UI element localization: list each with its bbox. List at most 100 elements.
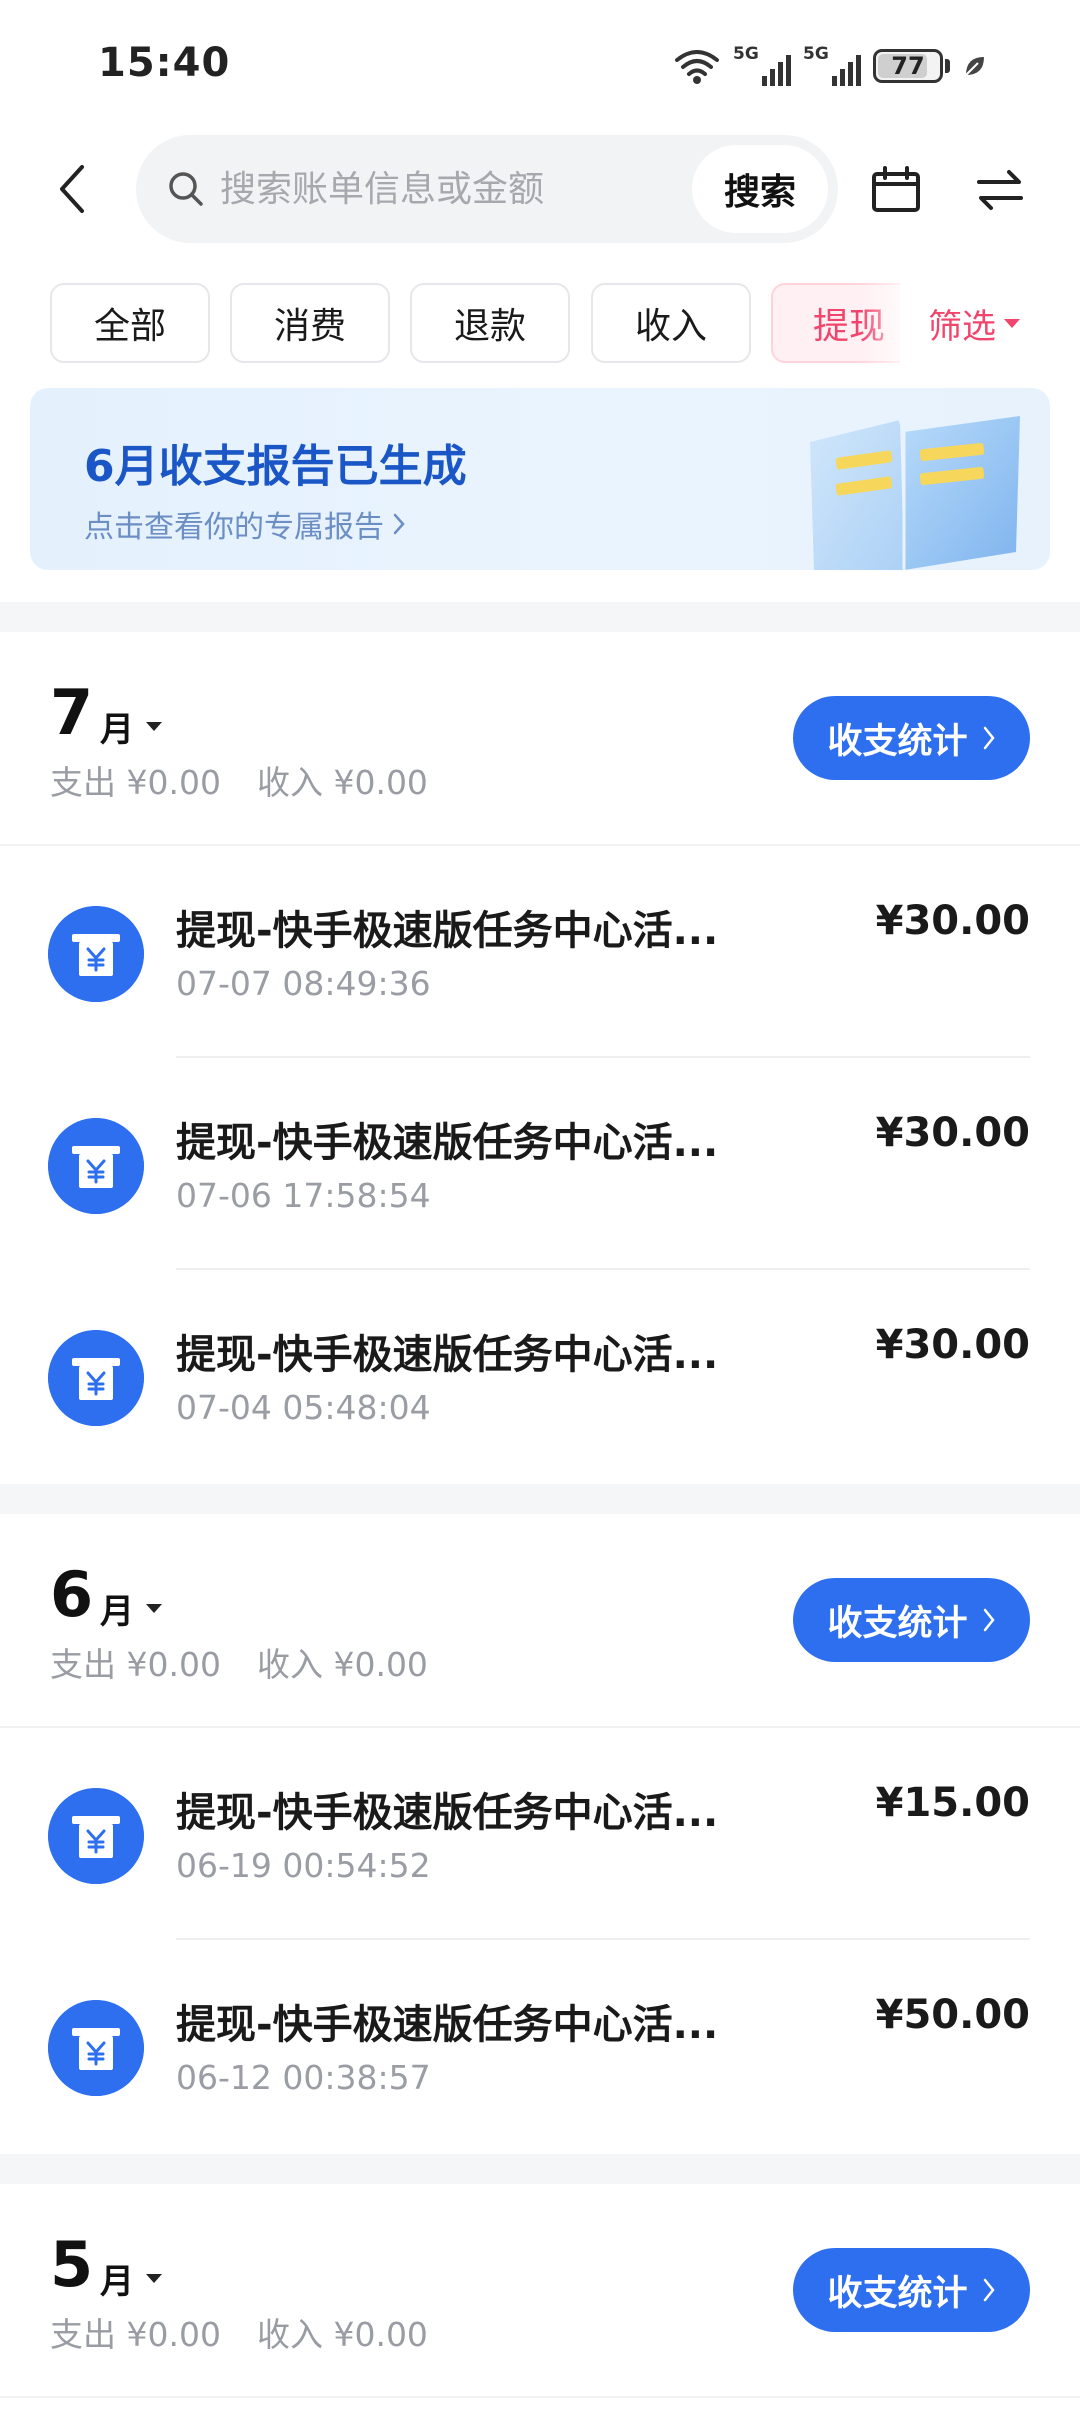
network-type-label: 5G (803, 44, 829, 64)
filter-chip-income[interactable]: 收入 (591, 283, 751, 363)
swap-arrows-icon (977, 170, 1023, 210)
caret-down-icon (146, 1604, 162, 1613)
status-bar: 15:40 5G 5G 77 (0, 0, 1080, 130)
calendar-icon (872, 166, 920, 212)
month-section-july: 7 月 支出 ¥0.00 收入 ¥0.00 收支统计 提现-快手极速版任务中心活.… (0, 632, 1080, 1482)
transaction-row[interactable]: 提现-快手极速版任务中心活... 07-04 05:48:04 ¥30.00 (0, 1270, 1080, 1482)
battery-indicator: 77 (873, 49, 943, 83)
battery-level: 77 (891, 52, 925, 80)
month-header: 7 月 支出 ¥0.00 收入 ¥0.00 收支统计 (0, 632, 1080, 846)
wifi-icon (675, 50, 719, 84)
month-summary: 支出 ¥0.00 收入 ¥0.00 (50, 2308, 428, 2356)
transaction-title: 提现-快手极速版任务中心活... (176, 2002, 719, 2048)
cellular-signal-2: 5G (803, 44, 861, 86)
transaction-row[interactable]: 提现-快手极速版任务中心活... 07-07 08:49:36 ¥30.00 (0, 846, 1080, 1058)
transaction-row[interactable]: 提现-快手极速版任务中心活... 07-06 17:58:54 ¥30.00 (0, 1058, 1080, 1270)
stats-button-label: 收支统计 (827, 2273, 968, 2314)
search-button[interactable]: 搜索 (692, 145, 828, 233)
month-income: 收入 ¥0.00 (256, 763, 428, 802)
month-summary: 支出 ¥0.00 收入 ¥0.00 (50, 1638, 428, 1686)
search-icon (169, 172, 203, 206)
stats-button[interactable]: 收支统计 (793, 696, 1030, 780)
leaf-icon (965, 57, 984, 76)
network-type-label: 5G (733, 44, 759, 64)
month-picker[interactable]: 月 (100, 1584, 162, 1633)
filter-bar: 全部 消费 退款 收入 提现 筛选 (0, 283, 1080, 363)
transaction-amount: ¥30.00 (875, 1322, 1030, 1368)
transaction-row[interactable]: 提现-快手极速版任务中心活... 06-19 00:54:52 ¥15.00 (0, 1728, 1080, 1940)
report-banner[interactable]: 6月收支报告已生成 点击查看你的专属报告 (30, 388, 1050, 570)
banner-subtitle-link[interactable]: 点击查看你的专属报告 (84, 502, 406, 546)
stats-button[interactable]: 收支统计 (793, 2248, 1030, 2332)
month-picker[interactable]: 月 (100, 702, 162, 751)
chevron-right-icon (983, 2278, 995, 2302)
month-unit: 月 (100, 1592, 134, 1632)
withdraw-yuan-icon (48, 1118, 144, 1214)
filter-chip-refund[interactable]: 退款 (410, 283, 570, 363)
transaction-title: 提现-快手极速版任务中心活... (176, 1120, 719, 1166)
month-income: 收入 ¥0.00 (256, 1645, 428, 1684)
transaction-time: 06-19 00:54:52 (176, 1846, 431, 1885)
month-summary: 支出 ¥0.00 收入 ¥0.00 (50, 756, 428, 804)
filter-chip-all[interactable]: 全部 (50, 283, 210, 363)
transaction-title: 提现-快手极速版任务中心活... (176, 1790, 719, 1836)
month-header: 6 月 支出 ¥0.00 收入 ¥0.00 收支统计 (0, 1514, 1080, 1728)
withdraw-yuan-icon (48, 906, 144, 1002)
banner-subtitle: 点击查看你的专属报告 (84, 510, 384, 545)
stats-button-label: 收支统计 (827, 1603, 968, 1644)
stats-button[interactable]: 收支统计 (793, 1578, 1030, 1662)
month-number: 7 (50, 676, 94, 749)
withdraw-yuan-icon (48, 1330, 144, 1426)
back-button[interactable] (42, 154, 102, 224)
transaction-amount: ¥15.00 (875, 1780, 1030, 1826)
section-gap (0, 1484, 1080, 1514)
report-book-illustration (810, 416, 1020, 570)
month-section-may: 5 月 支出 ¥0.00 收入 ¥0.00 收支统计 (0, 2184, 1080, 2398)
transaction-amount: ¥30.00 (875, 898, 1030, 944)
withdraw-yuan-icon (48, 2000, 144, 2096)
transaction-time: 06-12 00:38:57 (176, 2058, 431, 2097)
filter-button[interactable]: 筛选 (900, 283, 1080, 363)
switch-view-button[interactable] (970, 160, 1030, 220)
month-unit: 月 (100, 2262, 134, 2302)
search-box[interactable]: 搜索 (136, 135, 838, 243)
status-time: 15:40 (98, 40, 231, 86)
section-gap (0, 602, 1080, 632)
header: 搜索 (0, 130, 1080, 250)
month-number: 6 (50, 1558, 94, 1631)
caret-down-icon (146, 2274, 162, 2283)
stats-button-label: 收支统计 (827, 721, 968, 762)
banner-title: 6月收支报告已生成 (84, 441, 467, 492)
transaction-time: 07-07 08:49:36 (176, 964, 431, 1003)
transaction-title: 提现-快手极速版任务中心活... (176, 908, 719, 954)
filter-chip-consumption[interactable]: 消费 (230, 283, 390, 363)
cellular-signal-1: 5G (733, 44, 791, 86)
month-number: 5 (50, 2228, 94, 2301)
month-picker[interactable]: 月 (100, 2254, 162, 2303)
month-header: 5 月 支出 ¥0.00 收入 ¥0.00 收支统计 (0, 2184, 1080, 2398)
chevron-right-icon (983, 726, 995, 750)
search-input[interactable] (220, 161, 690, 217)
month-income: 收入 ¥0.00 (256, 2315, 428, 2354)
transaction-time: 07-04 05:48:04 (176, 1388, 431, 1427)
month-expense: 支出 ¥0.00 (50, 1645, 221, 1684)
transaction-time: 07-06 17:58:54 (176, 1176, 431, 1215)
filter-label: 筛选 (928, 306, 996, 347)
transaction-row[interactable]: 提现-快手极速版任务中心活... 06-12 00:38:57 ¥50.00 (0, 1940, 1080, 2152)
month-section-june: 6 月 支出 ¥0.00 收入 ¥0.00 收支统计 提现-快手极速版任务中心活.… (0, 1514, 1080, 2152)
chevron-right-icon (983, 1608, 995, 1632)
section-gap (0, 2154, 1080, 2184)
caret-down-icon (1004, 318, 1020, 328)
caret-down-icon (146, 722, 162, 731)
withdraw-yuan-icon (48, 1788, 144, 1884)
month-expense: 支出 ¥0.00 (50, 2315, 221, 2354)
transaction-title: 提现-快手极速版任务中心活... (176, 1332, 719, 1378)
transaction-amount: ¥30.00 (875, 1110, 1030, 1156)
battery-tip (945, 59, 950, 73)
calendar-button[interactable] (866, 160, 926, 220)
month-expense: 支出 ¥0.00 (50, 763, 221, 802)
month-unit: 月 (100, 710, 134, 750)
status-icons: 5G 5G 77 (673, 44, 988, 88)
chevron-right-icon (393, 513, 405, 535)
chevron-left-icon (60, 165, 84, 213)
